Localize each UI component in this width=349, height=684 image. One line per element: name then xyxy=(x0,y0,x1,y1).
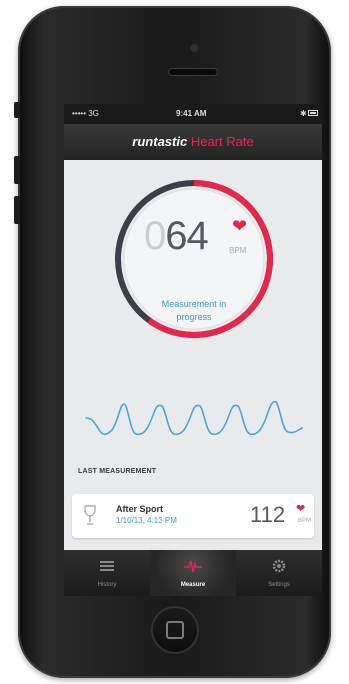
tab-settings-label: Settings xyxy=(268,582,290,588)
heartbeat-icon xyxy=(184,560,202,573)
list-icon xyxy=(100,561,114,571)
measurement-status-line1: Measurement in xyxy=(161,299,227,309)
bpm-unit: BPM xyxy=(229,246,247,255)
battery-icon xyxy=(308,110,318,116)
gear-icon xyxy=(272,559,286,573)
status-bar: ••••• 3G 9:41 AM ✱ xyxy=(64,104,322,124)
mute-switch xyxy=(14,102,20,118)
bpm-leading-digit: 0 xyxy=(144,214,166,258)
tab-bar: History Measure Settings xyxy=(64,550,322,596)
measurement-value: 112 xyxy=(250,502,286,527)
last-measurement-card[interactable]: After Sport 1/10/13, 4:13 PM 112 ❤ BPM xyxy=(72,494,314,538)
tab-settings[interactable]: Settings xyxy=(236,550,322,596)
heart-icon: ❤ xyxy=(296,503,306,515)
measurement-date: 1/10/13, 4:13 PM xyxy=(116,516,177,525)
carrier-signal: ••••• 3G xyxy=(72,109,99,118)
phone-frame: ••••• 3G 9:41 AM ✱ runtastic Heart Rate … xyxy=(14,6,331,678)
heart-icon: ❤ xyxy=(232,216,248,236)
heartbeat-waveform xyxy=(85,400,303,436)
nav-bar: runtastic Heart Rate xyxy=(64,124,322,160)
measurement-status: Measurement in progress xyxy=(134,298,254,324)
bluetooth-icon: ✱ xyxy=(300,109,307,118)
volume-down-button xyxy=(14,196,20,224)
app-title: Heart Rate xyxy=(190,134,254,149)
measurement-title: After Sport xyxy=(116,504,163,514)
bpm-readout: 064 xyxy=(144,214,209,259)
status-time: 9:41 AM xyxy=(176,109,207,118)
tab-measure[interactable]: Measure xyxy=(150,550,236,596)
waveform-line xyxy=(85,400,303,436)
measurement-status-line2: progress xyxy=(176,312,212,322)
tab-history[interactable]: History xyxy=(64,550,150,596)
trophy-icon xyxy=(84,505,96,525)
tab-measure-label: Measure xyxy=(180,582,206,588)
home-square-icon xyxy=(166,621,184,639)
speaker-grille xyxy=(169,69,217,75)
measurement-unit: BPM xyxy=(298,518,312,524)
last-measurement-heading: LAST MEASUREMENT xyxy=(78,468,157,475)
screen: ••••• 3G 9:41 AM ✱ runtastic Heart Rate … xyxy=(64,104,322,596)
tab-history-label: History xyxy=(97,582,117,588)
volume-up-button xyxy=(14,156,20,184)
bpm-value: 64 xyxy=(165,214,208,258)
front-camera xyxy=(190,44,198,52)
brand-logo: runtastic xyxy=(132,134,188,149)
home-button[interactable] xyxy=(151,606,199,654)
